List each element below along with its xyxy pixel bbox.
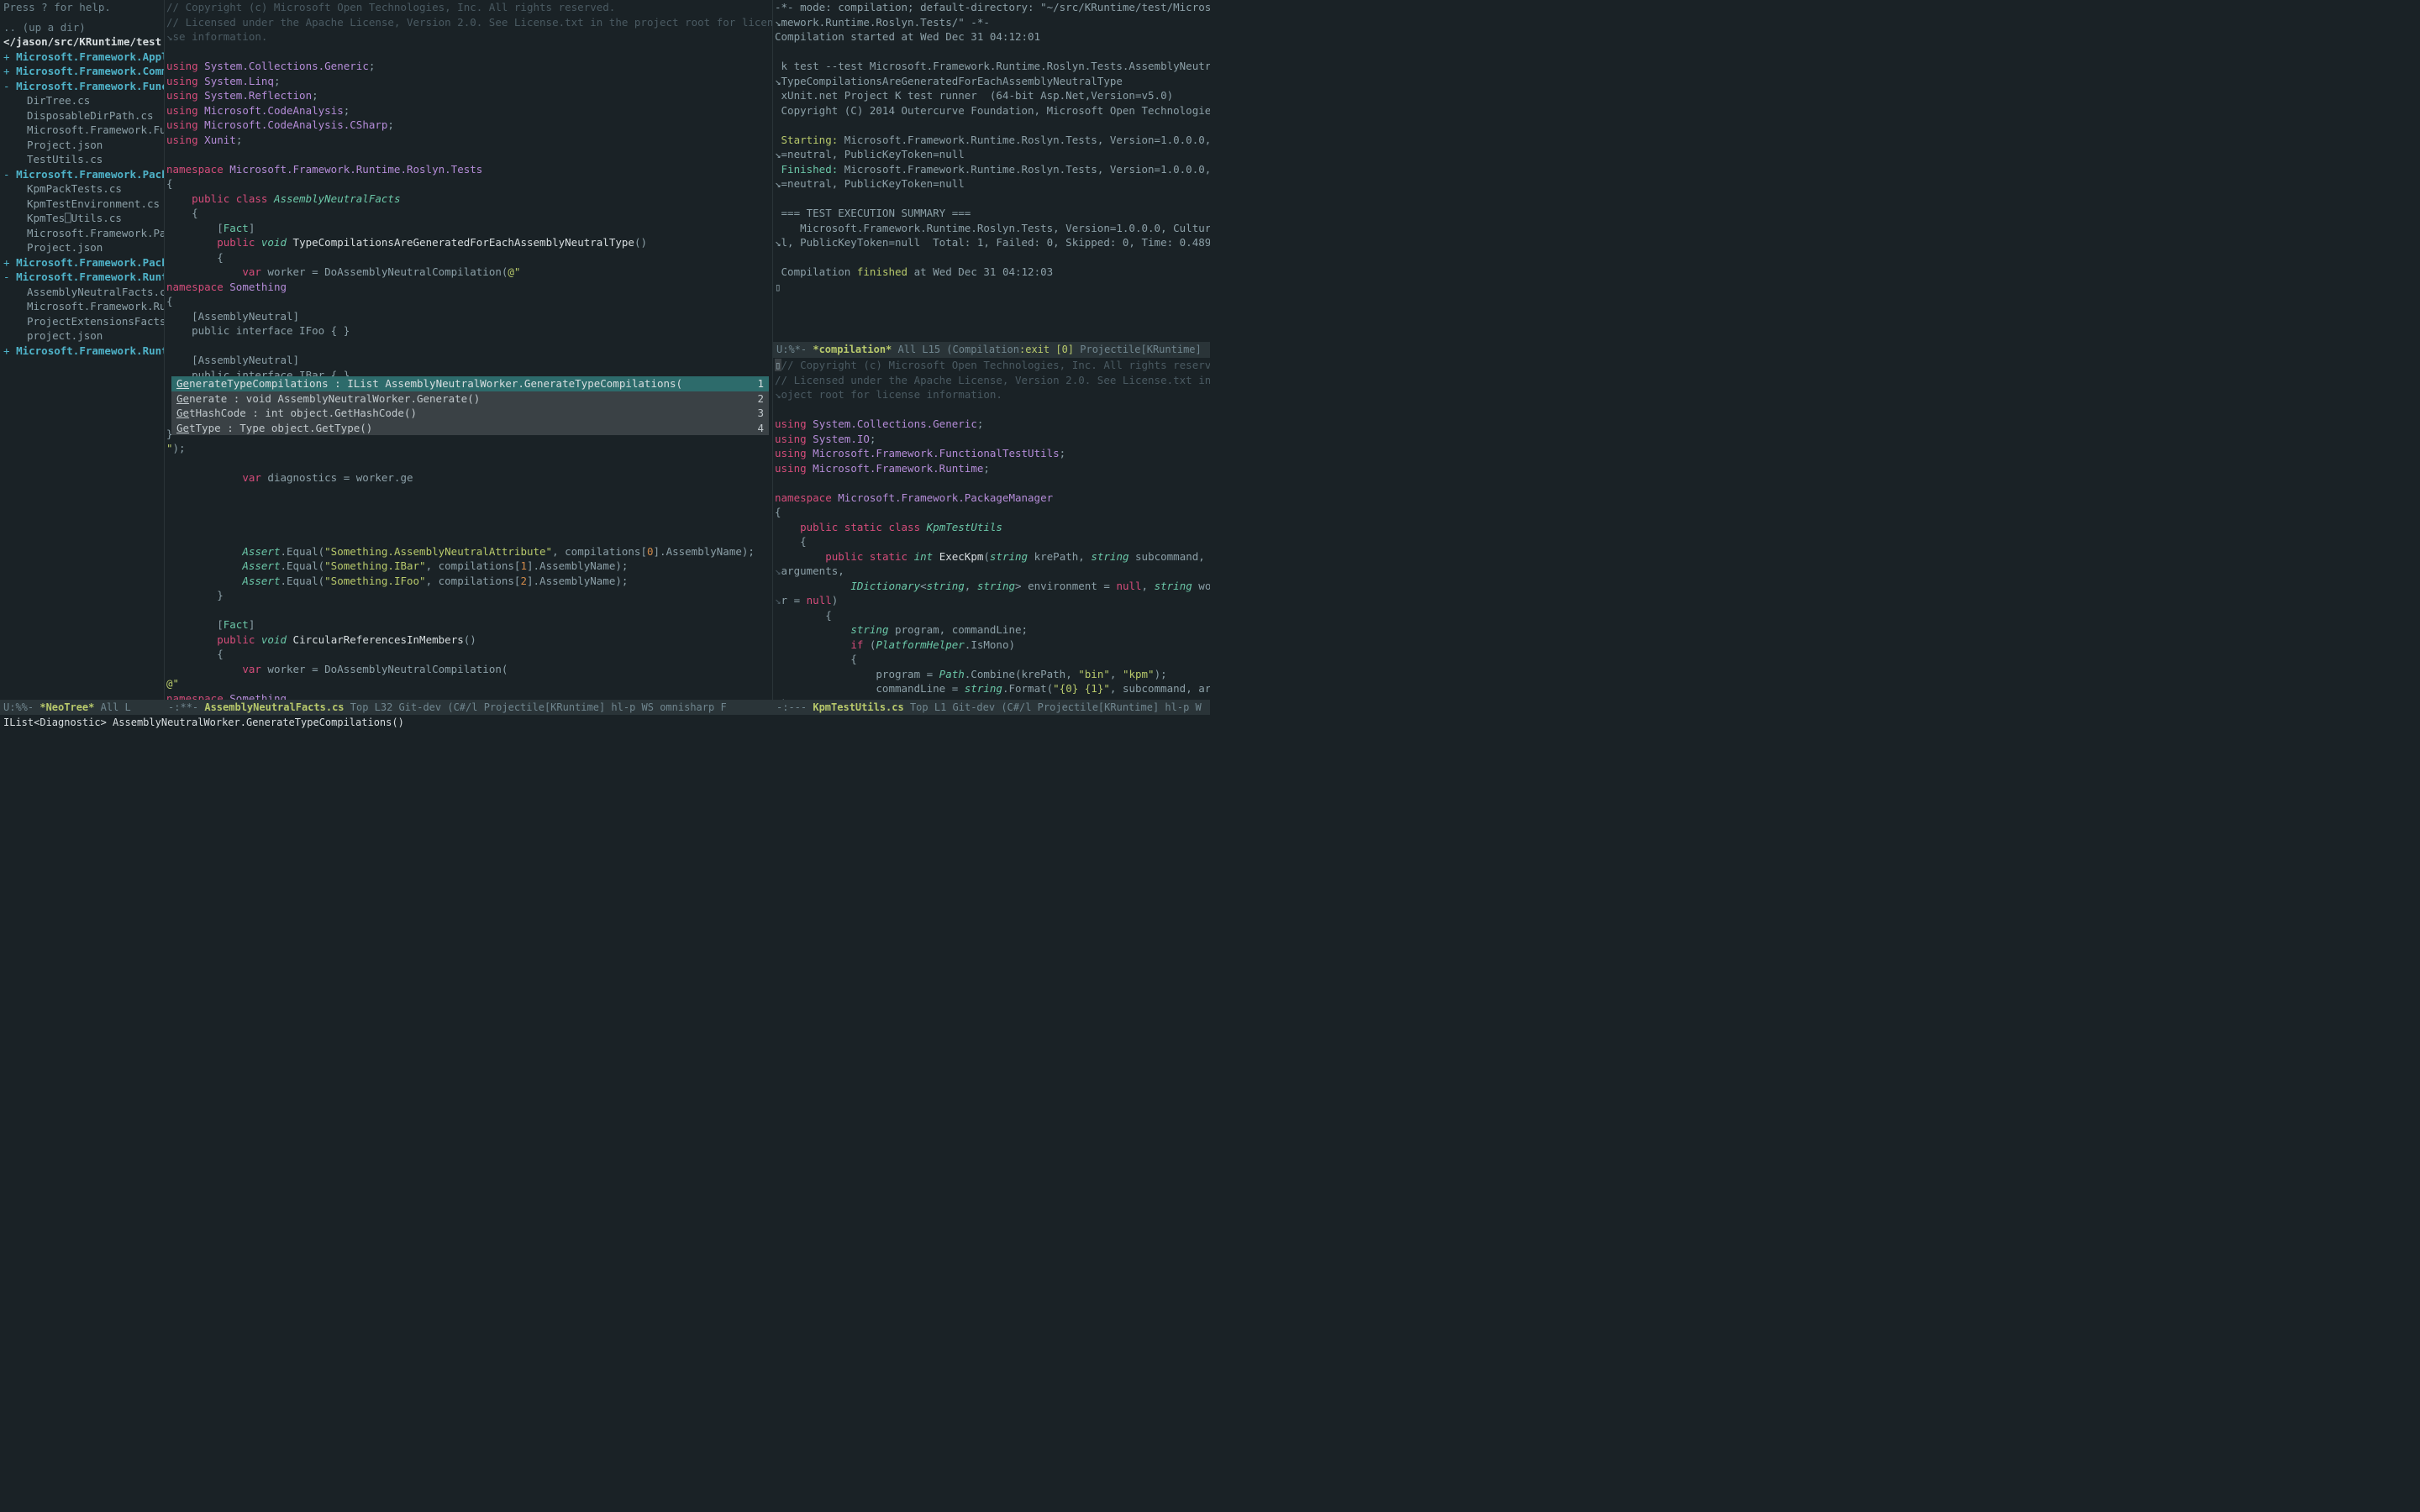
code-buffer[interactable]: // Copyright (c) Microsoft Open Technolo… [165, 0, 772, 700]
echo-area: IList<Diagnostic> AssemblyNeutralWorker.… [0, 715, 1210, 731]
tree-file[interactable]: Microsoft.Framework.Fu [0, 123, 164, 138]
tree-file[interactable]: DirTree.cs [0, 93, 164, 108]
compilation-buffer: -*- mode: compilation; default-directory… [773, 0, 1210, 294]
tree-folder[interactable]: - Microsoft.Framework.Func▸ [0, 79, 164, 94]
autocomplete-item[interactable]: GenerateTypeCompilations : IList Assembl… [171, 376, 769, 391]
tree-file[interactable]: Project.json [0, 240, 164, 255]
neotree-sidebar[interactable]: Press ? for help. .. (up a dir) </jason/… [0, 0, 165, 700]
bottom-modeline: U:%%- *NeoTree* All L -:**- AssemblyNeut… [0, 700, 1210, 715]
autocomplete-item[interactable]: GetType : Type object.GetType()4 [171, 421, 769, 436]
tree-folder[interactable]: - Microsoft.Framework.Pack▸ [0, 167, 164, 182]
tree-file[interactable]: Microsoft.Framework.Ru [0, 299, 164, 314]
compilation-window[interactable]: -*- mode: compilation; default-directory… [773, 0, 1210, 342]
tree-folder[interactable]: + Microsoft.Framework.Runt▸ [0, 344, 164, 359]
emacs-frame: Press ? for help. .. (up a dir) </jason/… [0, 0, 1210, 731]
right-code-buffer[interactable]: ▯// Copyright (c) Microsoft Open Technol… [773, 358, 1210, 700]
tree-folder[interactable]: - Microsoft.Framework.Runt▸ [0, 270, 164, 285]
tree-folder[interactable]: + Microsoft.Framework.Comm▸ [0, 64, 164, 79]
tree-file[interactable]: DisposableDirPath.cs [0, 108, 164, 123]
autocomplete-item[interactable]: Generate : void AssemblyNeutralWorker.Ge… [171, 391, 769, 407]
tree-file[interactable]: KpmTestEnvironment.cs [0, 197, 164, 212]
right-column: -*- mode: compilation; default-directory… [773, 0, 1210, 700]
tree-file[interactable]: TestUtils.cs [0, 152, 164, 167]
tree-file[interactable]: KpmTes⎕Utils.cs [0, 211, 164, 226]
tree-folder[interactable]: + Microsoft.Framework.Pack▸ [0, 255, 164, 270]
neotree-up-dir[interactable]: .. (up a dir) [0, 20, 164, 35]
tree-file[interactable]: Microsoft.Framework.Pa [0, 226, 164, 241]
tree-file[interactable]: project.json [0, 328, 164, 344]
tree-file[interactable]: Project.json [0, 138, 164, 153]
tree-file[interactable]: KpmPackTests.cs [0, 181, 164, 197]
neotree-root-path: </jason/src/KRuntime/test [0, 34, 164, 50]
neotree-help: Press ? for help. [0, 0, 164, 15]
autocomplete-popup[interactable]: GenerateTypeCompilations : IList Assembl… [171, 376, 769, 435]
tree-folder[interactable]: + Microsoft.Framework.Appl▸ [0, 50, 164, 65]
main-area: Press ? for help. .. (up a dir) </jason/… [0, 0, 1210, 700]
autocomplete-item[interactable]: GetHashCode : int object.GetHashCode()3 [171, 406, 769, 421]
editor-area: // Copyright (c) Microsoft Open Technolo… [165, 0, 1210, 700]
right-editor-window[interactable]: ▯// Copyright (c) Microsoft Open Technol… [773, 357, 1210, 700]
tree-file[interactable]: ProjectExtensionsFacts [0, 314, 164, 329]
left-editor-window[interactable]: // Copyright (c) Microsoft Open Technolo… [165, 0, 773, 700]
compilation-modeline: U:%*- *compilation* All L15 (Compilation… [773, 342, 1210, 357]
tree-file[interactable]: AssemblyNeutralFacts.c [0, 285, 164, 300]
